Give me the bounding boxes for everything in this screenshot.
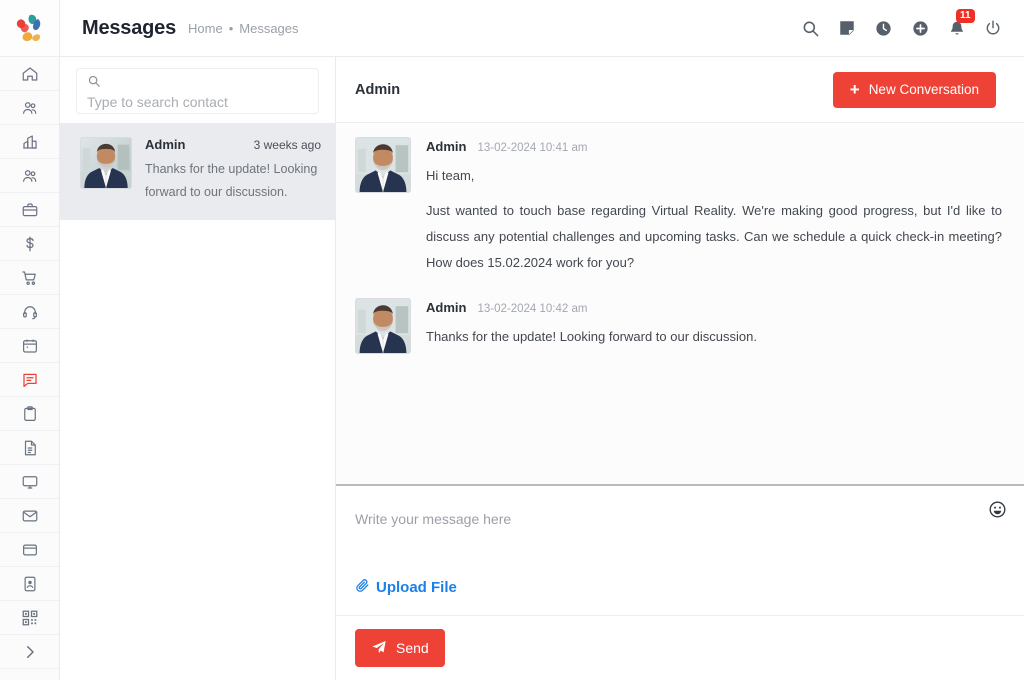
message-item: Admin 13-02-2024 10:41 am Hi team, Just … bbox=[355, 137, 1002, 276]
sidebar-item-mail[interactable] bbox=[0, 499, 59, 533]
message-author: Admin bbox=[426, 300, 467, 315]
top-header: Messages Home • Messages 11 bbox=[60, 0, 1024, 57]
smiley-icon[interactable] bbox=[988, 500, 1007, 524]
messages-body: Admin 3 weeks ago Thanks for the update!… bbox=[60, 57, 1024, 680]
contact-preview: Thanks for the update! Looking forward t… bbox=[145, 162, 318, 200]
message-text: Just wanted to touch base regarding Virt… bbox=[426, 203, 1002, 270]
message-item: Admin 13-02-2024 10:42 am Thanks for the… bbox=[355, 298, 1002, 354]
sidebar-item-tasks[interactable] bbox=[0, 397, 59, 431]
sidebar-item-support[interactable] bbox=[0, 295, 59, 329]
sidebar-item-calendar[interactable] bbox=[0, 329, 59, 363]
sidebar-item-projects[interactable] bbox=[0, 193, 59, 227]
message-text: Hi team, bbox=[426, 168, 475, 183]
plus-circle-icon[interactable] bbox=[911, 19, 930, 38]
upload-row: Upload File bbox=[336, 578, 1024, 615]
message-author: Admin bbox=[426, 139, 467, 154]
send-row: Send bbox=[336, 615, 1024, 680]
main-content: Messages Home • Messages 11 Type to sear… bbox=[60, 0, 1024, 680]
send-button[interactable]: Send bbox=[355, 629, 445, 667]
message-composer: Upload File Send bbox=[336, 484, 1024, 680]
sidebar-nav-list bbox=[0, 57, 59, 669]
header-actions: 11 bbox=[801, 8, 1002, 38]
contact-search-wrap bbox=[60, 57, 335, 123]
sidebar-item-reports[interactable] bbox=[0, 465, 59, 499]
upload-file-link[interactable]: Upload File bbox=[355, 578, 457, 597]
main-sidebar bbox=[0, 0, 60, 680]
message-timestamp: 13-02-2024 10:42 am bbox=[477, 303, 588, 315]
message-body: Admin 13-02-2024 10:41 am Hi team, Just … bbox=[426, 137, 1002, 276]
app-logo[interactable] bbox=[0, 0, 59, 57]
message-body: Admin 13-02-2024 10:42 am Thanks for the… bbox=[426, 298, 1002, 354]
search-input[interactable] bbox=[87, 94, 308, 110]
notification-badge: 11 bbox=[956, 8, 975, 23]
paperclip-icon bbox=[355, 578, 370, 597]
sidebar-item-messages[interactable] bbox=[0, 363, 59, 397]
breadcrumb-current: Messages bbox=[239, 20, 299, 36]
sidebar-item-orders[interactable] bbox=[0, 261, 59, 295]
new-conversation-label: New Conversation bbox=[868, 82, 979, 97]
sidebar-item-expand[interactable] bbox=[0, 635, 59, 669]
sidebar-item-pages[interactable] bbox=[0, 533, 59, 567]
contact-list: Admin 3 weeks ago Thanks for the update!… bbox=[60, 123, 335, 680]
sidebar-item-companies[interactable] bbox=[0, 125, 59, 159]
contacts-panel: Admin 3 weeks ago Thanks for the update!… bbox=[60, 57, 336, 680]
sidebar-item-documents[interactable] bbox=[0, 431, 59, 465]
sidebar-item-home[interactable] bbox=[0, 57, 59, 91]
breadcrumb-home[interactable]: Home bbox=[188, 21, 223, 36]
contact-name: Admin bbox=[145, 137, 186, 152]
search-icon bbox=[87, 74, 308, 93]
conversation-title: Admin bbox=[355, 81, 401, 98]
upload-file-label: Upload File bbox=[376, 579, 457, 596]
conversation-header: Admin + New Conversation bbox=[336, 57, 1024, 123]
sidebar-item-finance[interactable] bbox=[0, 227, 59, 261]
avatar bbox=[355, 298, 411, 354]
message-thread: Admin 13-02-2024 10:41 am Hi team, Just … bbox=[336, 123, 1024, 484]
contact-time: 3 weeks ago bbox=[253, 138, 321, 152]
sidebar-item-profile[interactable] bbox=[0, 567, 59, 601]
message-input[interactable] bbox=[355, 510, 1005, 554]
breadcrumb: Home • Messages bbox=[188, 21, 299, 36]
send-label: Send bbox=[396, 640, 429, 656]
note-icon[interactable] bbox=[838, 19, 856, 37]
message-timestamp: 13-02-2024 10:41 am bbox=[477, 142, 588, 154]
message-text: Thanks for the update! Looking forward t… bbox=[426, 329, 757, 344]
messages-app: Messages Home • Messages 11 Type to sear… bbox=[0, 0, 1024, 680]
plus-icon: + bbox=[849, 80, 860, 99]
list-item[interactable]: Admin 3 weeks ago Thanks for the update!… bbox=[60, 123, 335, 221]
message-header: Admin 13-02-2024 10:41 am bbox=[426, 139, 1002, 154]
paper-plane-icon bbox=[371, 639, 387, 658]
avatar bbox=[80, 137, 132, 189]
sidebar-item-leads[interactable] bbox=[0, 159, 59, 193]
bell-icon[interactable]: 11 bbox=[948, 8, 975, 38]
contact-search-box[interactable] bbox=[76, 68, 319, 114]
search-icon[interactable] bbox=[801, 19, 820, 38]
page-title: Messages bbox=[82, 16, 177, 39]
conversation-panel: Admin + New Conversation Admin 13-02-202… bbox=[336, 57, 1024, 680]
sidebar-item-qr-code[interactable] bbox=[0, 601, 59, 635]
list-item-meta: Admin 3 weeks ago Thanks for the update!… bbox=[145, 137, 321, 204]
clock-icon[interactable] bbox=[874, 19, 893, 38]
sidebar-item-contacts[interactable] bbox=[0, 91, 59, 125]
list-item-top: Admin 3 weeks ago bbox=[145, 137, 321, 152]
avatar bbox=[355, 137, 411, 193]
power-icon[interactable] bbox=[984, 19, 1002, 37]
breadcrumb-separator: • bbox=[228, 20, 234, 36]
message-header: Admin 13-02-2024 10:42 am bbox=[426, 300, 1002, 315]
composer-input-wrap bbox=[336, 486, 1024, 578]
new-conversation-button[interactable]: + New Conversation bbox=[832, 71, 996, 108]
